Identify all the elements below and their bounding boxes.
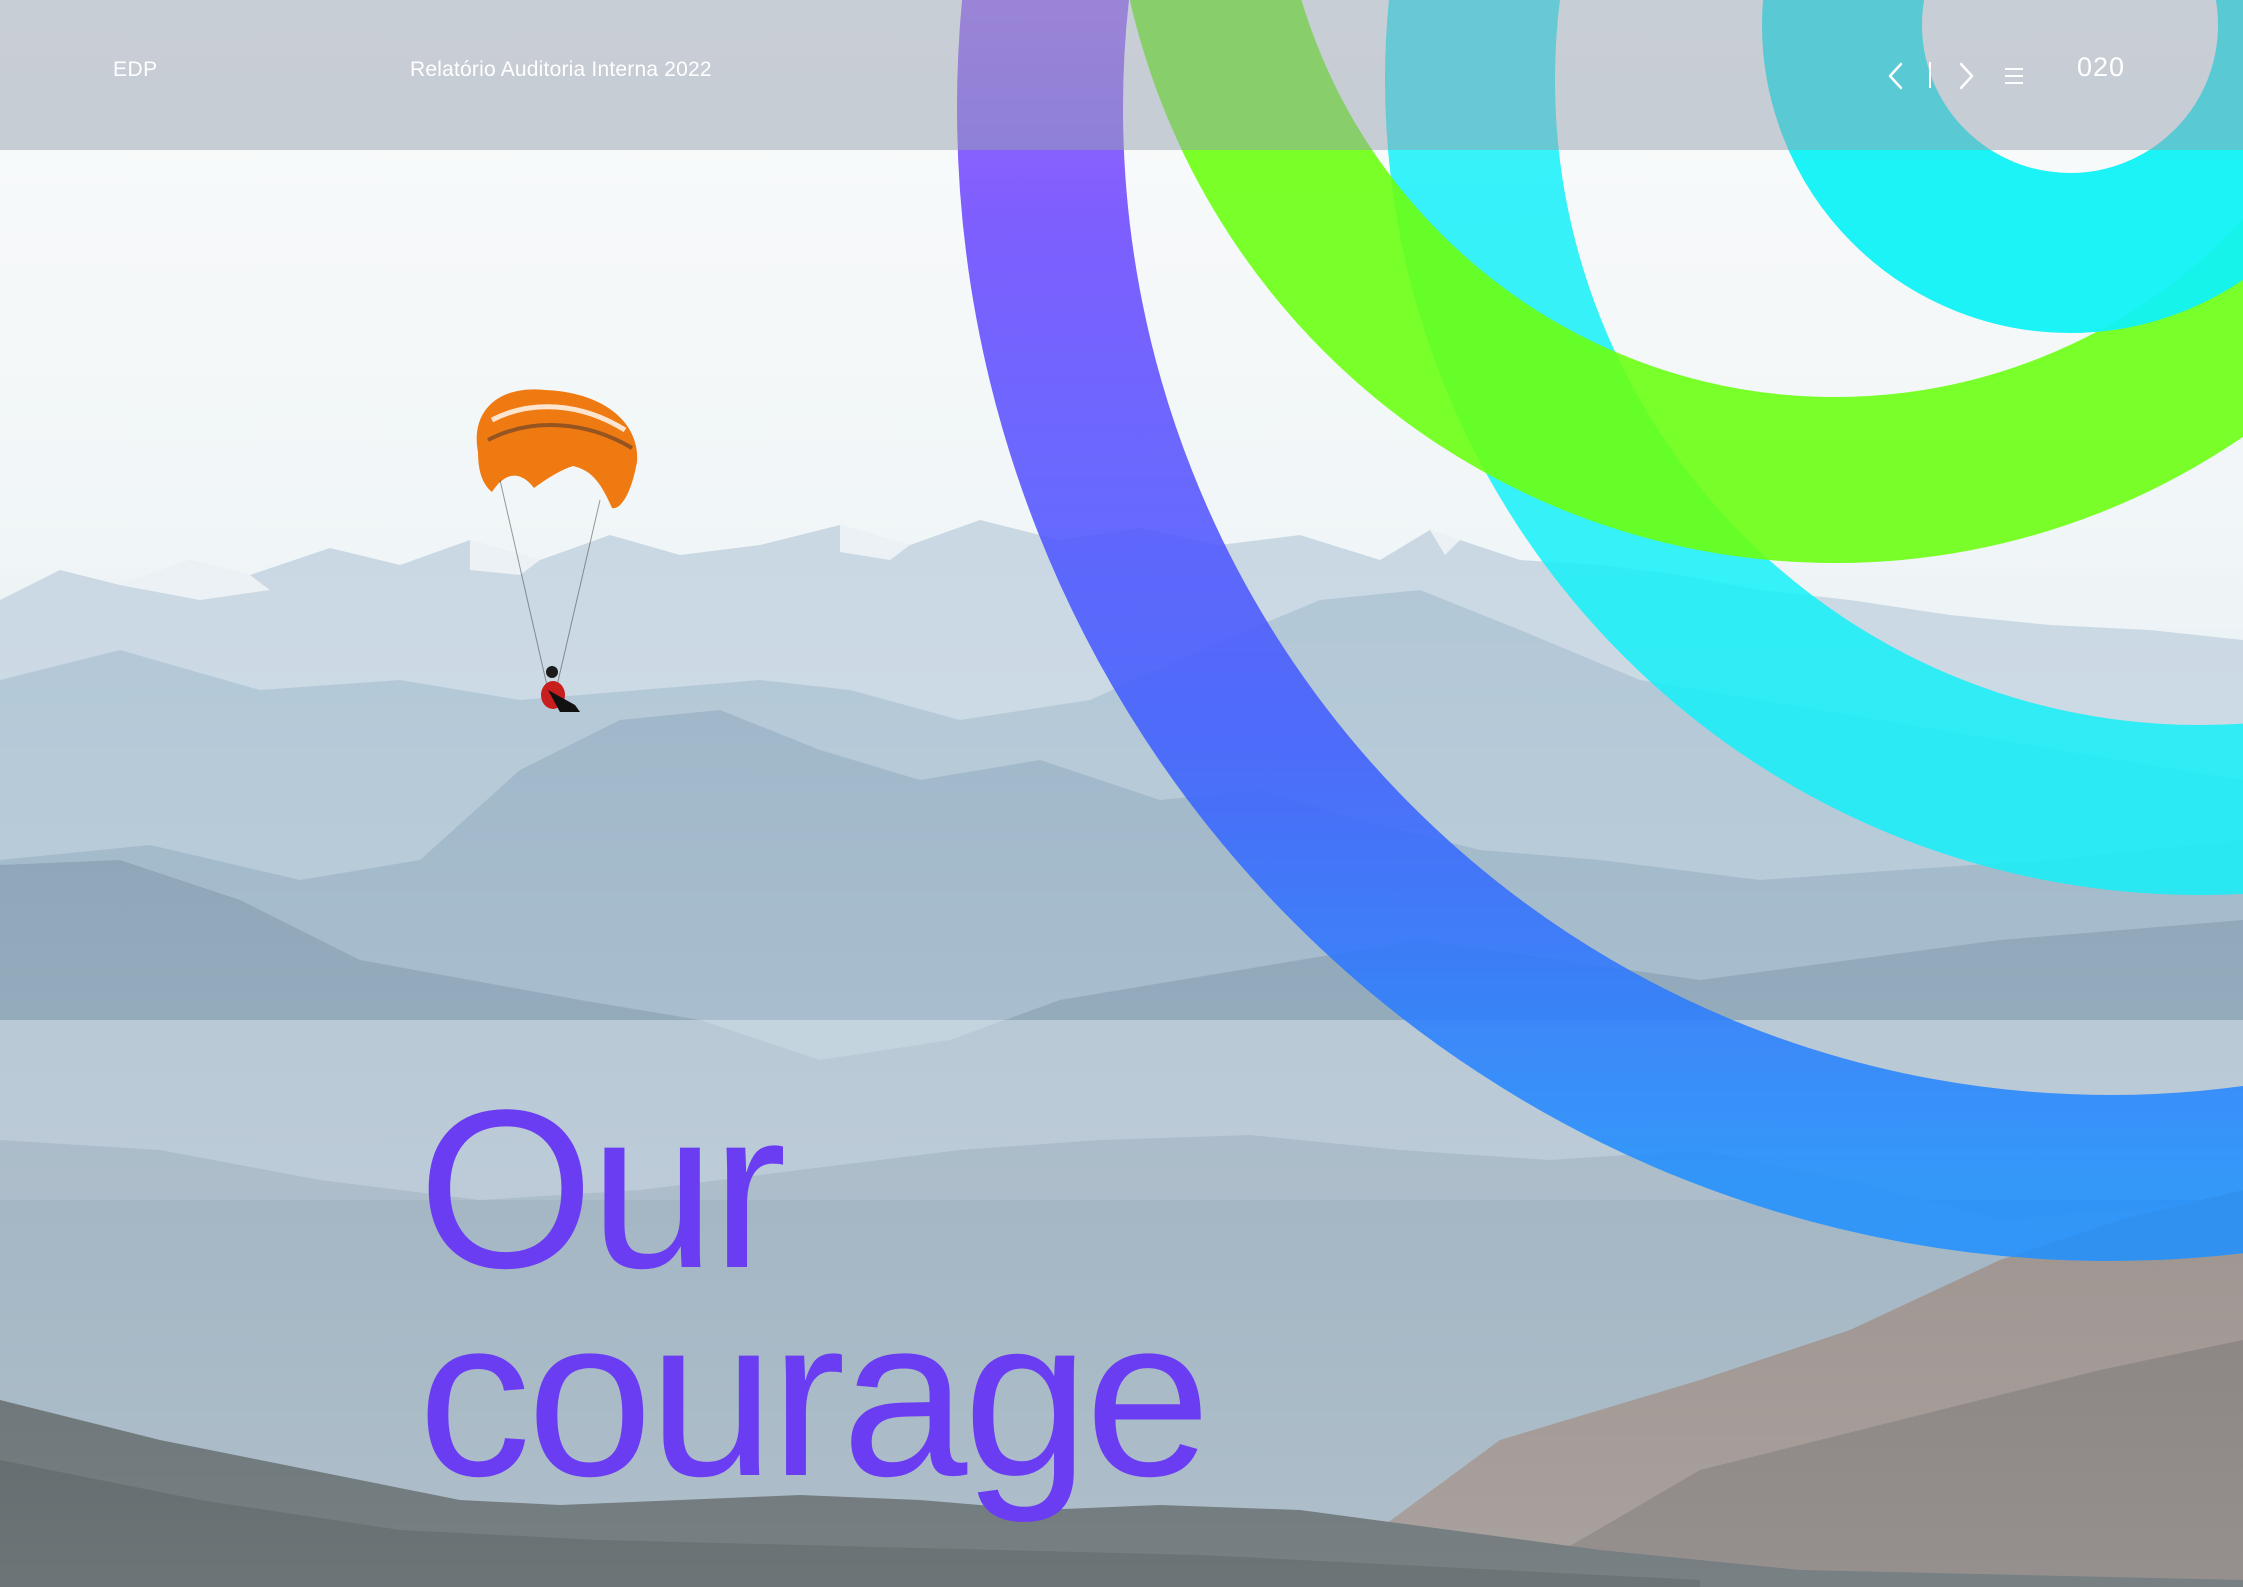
chevron-left-icon: [1888, 62, 1903, 90]
next-page-button[interactable]: [1949, 56, 1983, 96]
chevron-right-icon: [1959, 62, 1974, 90]
slide-page: EDP Relatório Auditoria Interna 2022 020…: [0, 0, 2243, 1587]
hamburger-menu-icon: [2005, 68, 2023, 84]
headline-line-1: Our: [418, 1062, 787, 1315]
brand-label[interactable]: EDP: [113, 58, 158, 82]
previous-page-button[interactable]: [1879, 56, 1913, 96]
headline-line-2: courage: [418, 1270, 1211, 1523]
top-navigation-bar: EDP Relatório Auditoria Interna 2022 020: [0, 0, 2243, 150]
document-title: Relatório Auditoria Interna 2022: [410, 58, 712, 81]
nav-divider: [1929, 62, 1931, 88]
menu-button[interactable]: [1996, 60, 2032, 92]
page-number: 020: [2077, 52, 2126, 82]
hero-headline: Our courage: [418, 1062, 1211, 1523]
